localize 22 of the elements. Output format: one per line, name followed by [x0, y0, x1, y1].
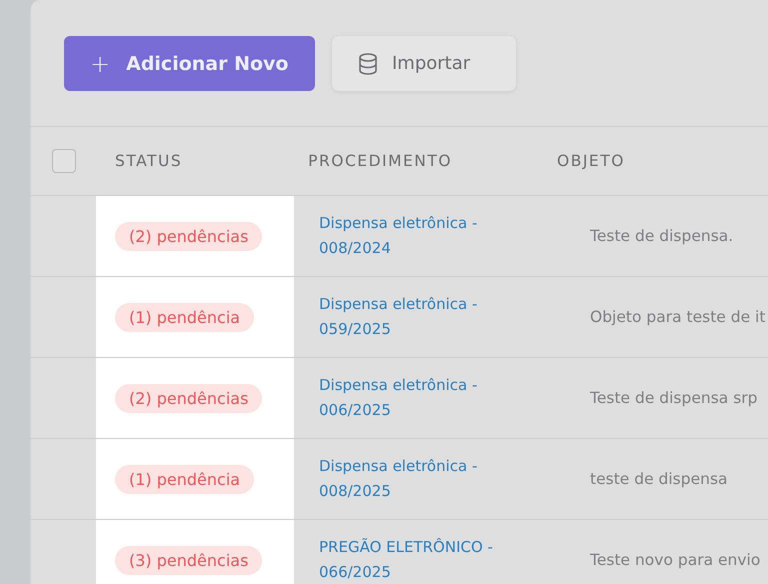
procedure-link[interactable]: PREGÃO ELETRÔNICO - 066/2025: [294, 535, 590, 584]
pending-badge: (2) pendências: [115, 222, 262, 250]
object-text: Objeto para teste de it: [590, 308, 766, 326]
database-icon: [358, 52, 378, 74]
column-header: OBJETO: [557, 152, 625, 170]
select-all-checkbox[interactable]: [52, 149, 76, 173]
procedure-link[interactable]: Dispensa eletrônica - 006/2025: [294, 373, 590, 423]
pending-badge: (1) pendência: [115, 302, 254, 332]
pending-badge: (1) pendência: [115, 464, 254, 494]
column-header: STATUS: [115, 152, 182, 170]
procedure-link[interactable]: Dispensa eletrônica - 059/2025: [294, 292, 590, 342]
pending-badge: (2) pendências: [115, 384, 262, 412]
object-text: Teste novo para envio: [590, 551, 762, 569]
column-header: PROCEDIMENTO: [308, 152, 452, 170]
object-text: Teste de dispensa.: [590, 227, 734, 245]
object-text: teste de dispensa: [590, 470, 729, 488]
procedure-link[interactable]: Dispensa eletrônica - 008/2024: [294, 211, 590, 261]
object-text: Teste de dispensa srp: [590, 389, 758, 407]
import-button[interactable]: Importar: [332, 36, 516, 91]
pending-badge: (3) pendências: [115, 546, 262, 574]
add-new-button[interactable]: + Adicionar Novo: [64, 36, 315, 91]
procedure-link[interactable]: Dispensa eletrônica - 008/2025: [294, 454, 590, 504]
